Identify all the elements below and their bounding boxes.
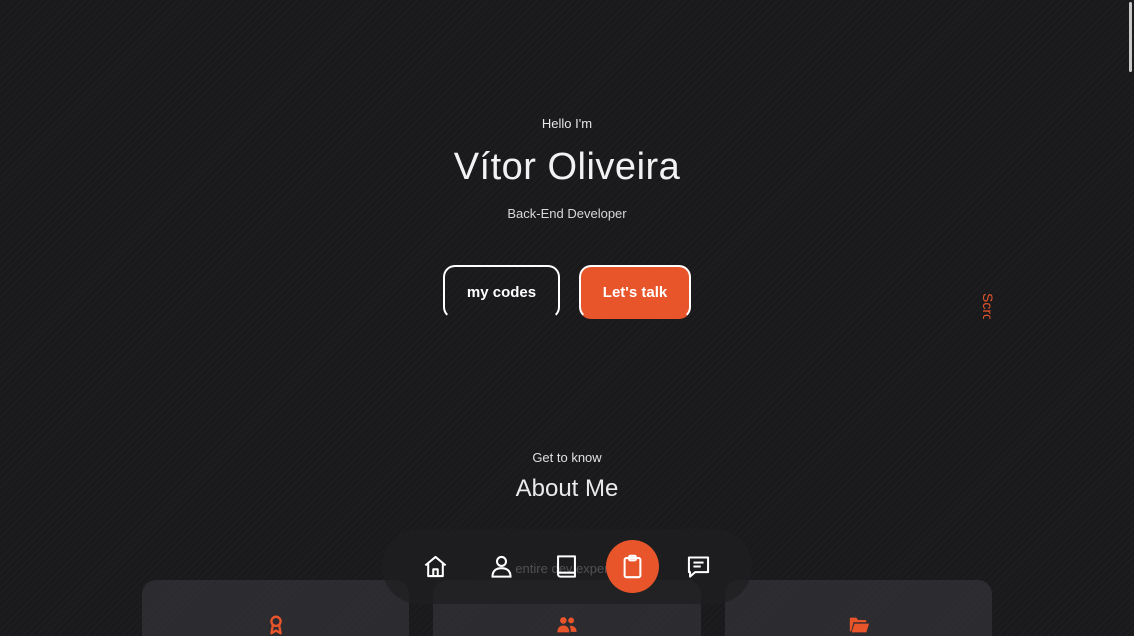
page-scrollbar[interactable] <box>1126 0 1134 636</box>
about-card-experience <box>142 580 409 636</box>
award-icon <box>269 615 282 635</box>
hero-greeting: Hello I'm <box>541 116 593 131</box>
scrollbar-thumb[interactable] <box>1129 2 1132 72</box>
scroll-down-link[interactable]: Scroll Down <box>980 293 996 319</box>
about-title: About Me <box>515 475 619 502</box>
user-icon <box>491 555 512 578</box>
nav-home[interactable] <box>409 540 462 593</box>
users-icon <box>557 617 577 633</box>
bottom-nav <box>382 529 752 604</box>
message-icon <box>687 556 710 578</box>
hero-name: Vítor Oliveira <box>453 146 681 188</box>
folder-icon <box>849 617 869 633</box>
nav-experience[interactable] <box>540 540 593 593</box>
about-subtitle: Get to know <box>532 450 602 465</box>
lets-talk-button[interactable]: Let's talk <box>579 265 691 319</box>
nav-about[interactable] <box>475 540 528 593</box>
home-icon <box>424 555 447 578</box>
hero-role: Back-End Developer <box>507 206 627 221</box>
my-codes-button[interactable]: my codes <box>443 265 560 319</box>
nav-contact[interactable] <box>672 540 725 593</box>
book-icon <box>557 555 576 578</box>
clipboard-icon <box>623 554 642 579</box>
about-card-projects <box>725 580 992 636</box>
nav-services[interactable] <box>606 540 659 593</box>
